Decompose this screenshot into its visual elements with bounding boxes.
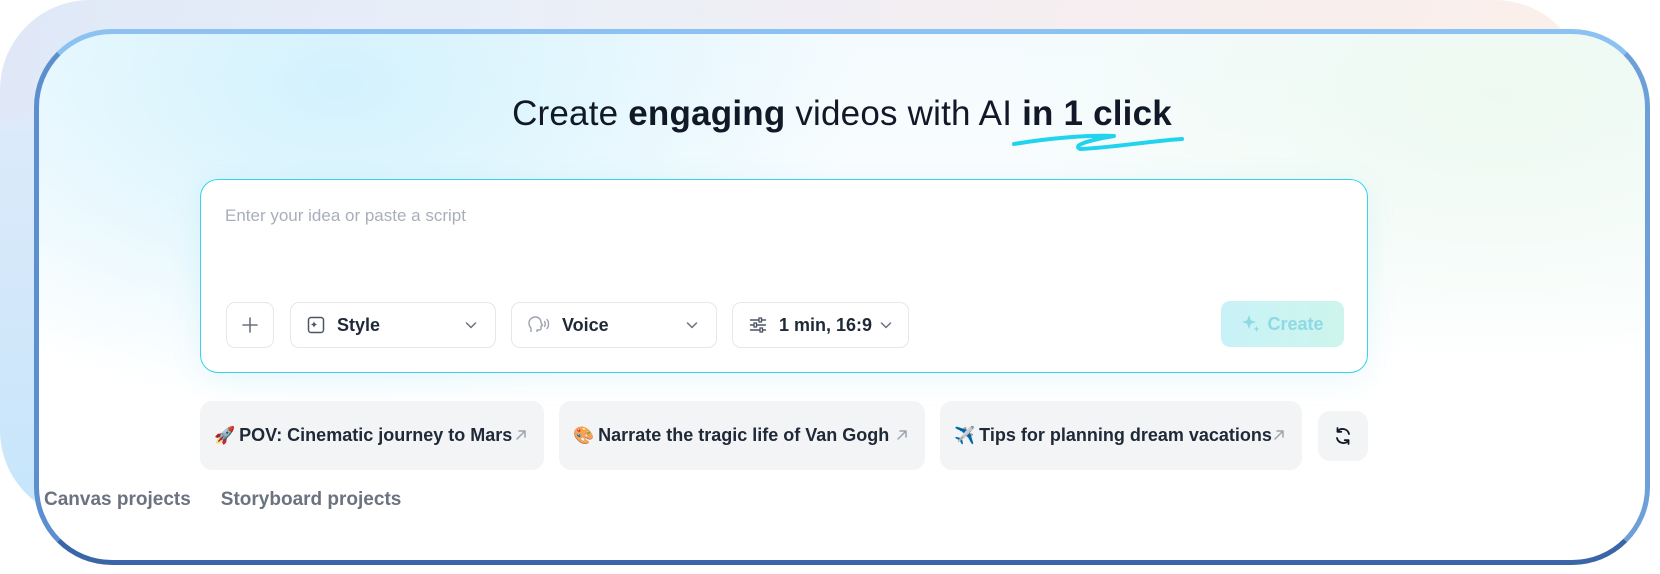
suggestion-chip-vacations[interactable]: ✈️ Tips for planning dream vacations: [940, 401, 1302, 470]
style-frame-icon: [307, 316, 325, 334]
suggestion-chip-van-gogh[interactable]: 🎨 Narrate the tragic life of Van Gogh: [559, 401, 925, 470]
suggestion-label: Narrate the tragic life of Van Gogh: [598, 425, 890, 445]
add-button[interactable]: [226, 302, 274, 348]
create-button[interactable]: Create: [1221, 301, 1344, 347]
create-label: Create: [1267, 313, 1324, 334]
project-tabs: Canvas projects Storyboard projects: [44, 489, 401, 511]
prompt-box: Style Voice 1 min, 16:9: [200, 179, 1368, 373]
tab-storyboard-projects[interactable]: Storyboard projects: [221, 489, 402, 511]
voice-dropdown[interactable]: Voice: [511, 302, 717, 348]
squiggle-underline-icon: [1012, 133, 1185, 151]
page-headline: Create engaging videos with AI in 1 clic…: [39, 94, 1645, 151]
main-panel: Create engaging videos with AI in 1 clic…: [34, 29, 1650, 565]
tab-canvas-projects[interactable]: Canvas projects: [44, 489, 191, 511]
refresh-suggestions-button[interactable]: [1318, 411, 1368, 461]
suggestion-label: Tips for planning dream vacations: [979, 425, 1272, 445]
chevron-down-icon: [686, 322, 698, 329]
suggestion-chip-mars[interactable]: 🚀 POV: Cinematic journey to Mars: [200, 401, 544, 470]
voice-head-icon: [528, 316, 550, 332]
plus-icon: [242, 317, 258, 333]
airplane-icon: ✈️: [954, 425, 976, 445]
sparkle-icon: [1242, 315, 1260, 332]
duration-ratio-dropdown[interactable]: 1 min, 16:9: [732, 302, 909, 348]
style-dropdown[interactable]: Style: [290, 302, 496, 348]
duration-label: 1 min, 16:9: [779, 314, 873, 335]
arrow-up-right-icon: [516, 430, 526, 440]
headline-bold-2: in 1 click: [1022, 94, 1172, 133]
idea-input[interactable]: [225, 206, 1325, 226]
suggestion-label: POV: Cinematic journey to Mars: [239, 425, 513, 445]
headline-text-1: Create: [512, 94, 629, 133]
voice-label: Voice: [562, 314, 609, 335]
headline-bold-1: engaging: [628, 94, 786, 133]
rocket-icon: 🚀: [214, 425, 236, 445]
headline-accent: in 1 click: [1012, 94, 1185, 151]
chevron-down-icon: [465, 322, 477, 329]
chevron-down-icon: [880, 322, 892, 329]
sliders-icon: [749, 317, 767, 333]
refresh-icon: [1336, 427, 1350, 445]
headline-text-2: videos with AI: [785, 94, 1023, 133]
palette-icon: 🎨: [573, 425, 595, 445]
arrow-up-right-icon: [1274, 430, 1284, 440]
style-label: Style: [337, 314, 381, 335]
arrow-up-right-icon: [897, 430, 907, 440]
